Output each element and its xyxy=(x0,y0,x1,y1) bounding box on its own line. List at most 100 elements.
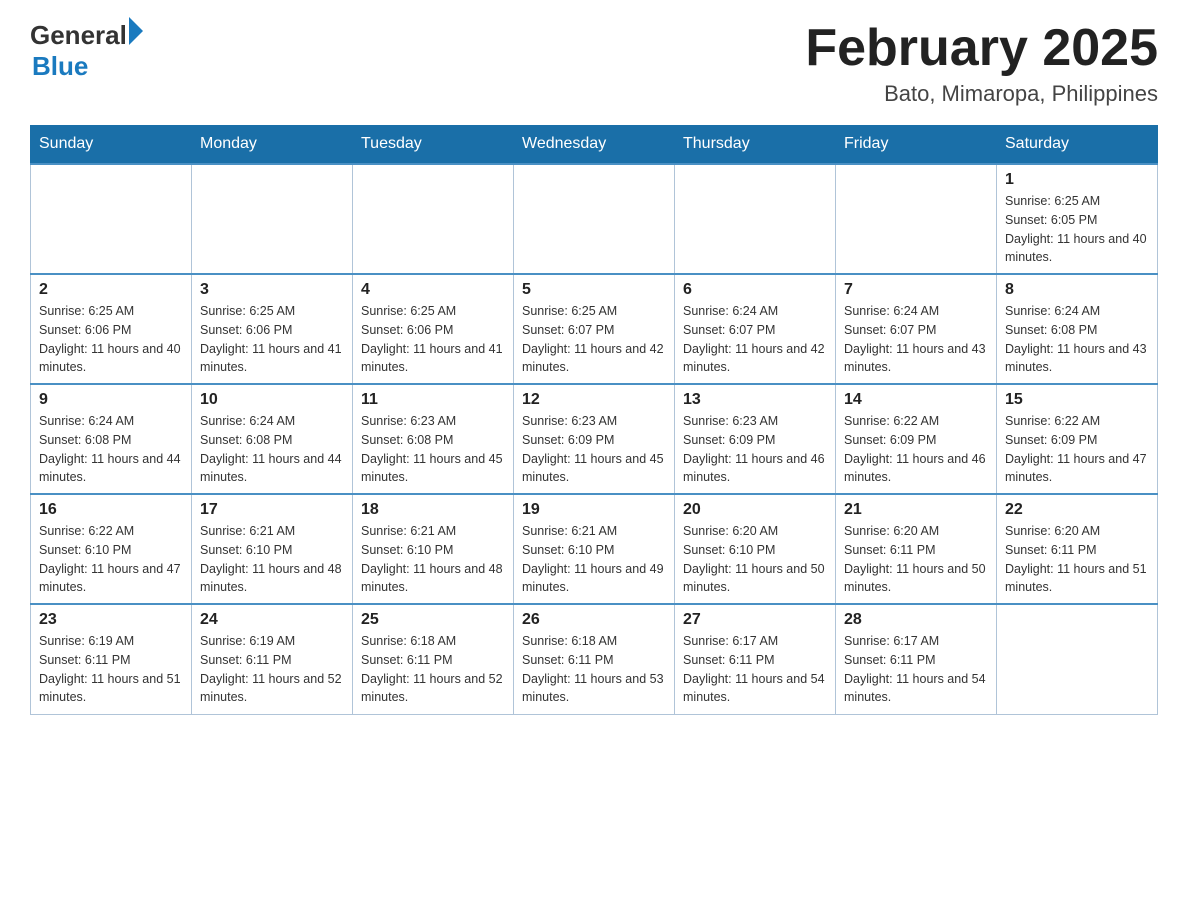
day-number: 17 xyxy=(200,501,344,519)
calendar-cell: 27 Sunrise: 6:17 AMSunset: 6:11 PMDayligh… xyxy=(675,604,836,714)
day-info: Sunrise: 6:24 AMSunset: 6:08 PMDaylight:… xyxy=(39,412,183,487)
day-info: Sunrise: 6:20 AMSunset: 6:11 PMDaylight:… xyxy=(1005,522,1149,597)
calendar-cell: 11 Sunrise: 6:23 AMSunset: 6:08 PMDayligh… xyxy=(353,384,514,494)
calendar-cell: 12 Sunrise: 6:23 AMSunset: 6:09 PMDayligh… xyxy=(514,384,675,494)
calendar-cell: 25 Sunrise: 6:18 AMSunset: 6:11 PMDayligh… xyxy=(353,604,514,714)
day-info: Sunrise: 6:23 AMSunset: 6:09 PMDaylight:… xyxy=(522,412,666,487)
calendar-cell: 2 Sunrise: 6:25 AMSunset: 6:06 PMDaylight… xyxy=(31,274,192,384)
day-number: 28 xyxy=(844,611,988,629)
calendar-cell: 16 Sunrise: 6:22 AMSunset: 6:10 PMDayligh… xyxy=(31,494,192,604)
day-number: 26 xyxy=(522,611,666,629)
logo: General Blue xyxy=(30,20,143,82)
column-header-sunday: Sunday xyxy=(31,125,192,164)
day-info: Sunrise: 6:17 AMSunset: 6:11 PMDaylight:… xyxy=(683,632,827,707)
column-header-thursday: Thursday xyxy=(675,125,836,164)
calendar-week-row: 16 Sunrise: 6:22 AMSunset: 6:10 PMDayligh… xyxy=(31,494,1158,604)
calendar-cell: 6 Sunrise: 6:24 AMSunset: 6:07 PMDaylight… xyxy=(675,274,836,384)
calendar-cell: 15Sunrise: 6:22 AMSunset: 6:09 PMDayligh… xyxy=(997,384,1158,494)
logo-arrow-icon xyxy=(129,17,143,45)
calendar-cell: 14 Sunrise: 6:22 AMSunset: 6:09 PMDayligh… xyxy=(836,384,997,494)
calendar-cell: 3 Sunrise: 6:25 AMSunset: 6:06 PMDaylight… xyxy=(192,274,353,384)
day-info: Sunrise: 6:17 AMSunset: 6:11 PMDaylight:… xyxy=(844,632,988,707)
day-number: 8 xyxy=(1005,281,1149,299)
day-number: 6 xyxy=(683,281,827,299)
calendar-header-row: SundayMondayTuesdayWednesdayThursdayFrid… xyxy=(31,125,1158,164)
day-info: Sunrise: 6:22 AMSunset: 6:09 PMDaylight:… xyxy=(844,412,988,487)
day-info: Sunrise: 6:22 AMSunset: 6:10 PMDaylight:… xyxy=(39,522,183,597)
calendar-cell: 24 Sunrise: 6:19 AMSunset: 6:11 PMDayligh… xyxy=(192,604,353,714)
day-number: 11 xyxy=(361,391,505,409)
day-number: 15 xyxy=(1005,391,1149,409)
day-info: Sunrise: 6:19 AMSunset: 6:11 PMDaylight:… xyxy=(39,632,183,707)
logo-general-text: General xyxy=(30,20,127,51)
column-header-monday: Monday xyxy=(192,125,353,164)
day-number: 4 xyxy=(361,281,505,299)
calendar-cell: 7 Sunrise: 6:24 AMSunset: 6:07 PMDaylight… xyxy=(836,274,997,384)
calendar-cell: 8 Sunrise: 6:24 AMSunset: 6:08 PMDaylight… xyxy=(997,274,1158,384)
location-subtitle: Bato, Mimaropa, Philippines xyxy=(805,81,1158,107)
calendar-cell xyxy=(997,604,1158,714)
calendar-cell xyxy=(31,164,192,274)
day-number: 24 xyxy=(200,611,344,629)
day-info: Sunrise: 6:24 AMSunset: 6:08 PMDaylight:… xyxy=(1005,302,1149,377)
calendar-cell: 19 Sunrise: 6:21 AMSunset: 6:10 PMDayligh… xyxy=(514,494,675,604)
calendar-week-row: 2 Sunrise: 6:25 AMSunset: 6:06 PMDaylight… xyxy=(31,274,1158,384)
day-info: Sunrise: 6:25 AMSunset: 6:05 PMDaylight:… xyxy=(1005,192,1149,267)
day-info: Sunrise: 6:25 AMSunset: 6:06 PMDaylight:… xyxy=(200,302,344,377)
calendar-cell: 26 Sunrise: 6:18 AMSunset: 6:11 PMDayligh… xyxy=(514,604,675,714)
calendar-cell: 21Sunrise: 6:20 AMSunset: 6:11 PMDayligh… xyxy=(836,494,997,604)
day-number: 2 xyxy=(39,281,183,299)
day-info: Sunrise: 6:24 AMSunset: 6:08 PMDaylight:… xyxy=(200,412,344,487)
day-number: 16 xyxy=(39,501,183,519)
day-info: Sunrise: 6:21 AMSunset: 6:10 PMDaylight:… xyxy=(200,522,344,597)
day-info: Sunrise: 6:18 AMSunset: 6:11 PMDaylight:… xyxy=(361,632,505,707)
calendar-table: SundayMondayTuesdayWednesdayThursdayFrid… xyxy=(30,125,1158,715)
calendar-cell: 1 Sunrise: 6:25 AMSunset: 6:05 PMDaylight… xyxy=(997,164,1158,274)
day-number: 12 xyxy=(522,391,666,409)
column-header-tuesday: Tuesday xyxy=(353,125,514,164)
day-info: Sunrise: 6:21 AMSunset: 6:10 PMDaylight:… xyxy=(522,522,666,597)
calendar-week-row: 1 Sunrise: 6:25 AMSunset: 6:05 PMDaylight… xyxy=(31,164,1158,274)
calendar-cell: 23 Sunrise: 6:19 AMSunset: 6:11 PMDayligh… xyxy=(31,604,192,714)
column-header-friday: Friday xyxy=(836,125,997,164)
day-info: Sunrise: 6:18 AMSunset: 6:11 PMDaylight:… xyxy=(522,632,666,707)
day-info: Sunrise: 6:23 AMSunset: 6:08 PMDaylight:… xyxy=(361,412,505,487)
logo-blue-text: Blue xyxy=(32,51,88,81)
calendar-cell: 28 Sunrise: 6:17 AMSunset: 6:11 PMDayligh… xyxy=(836,604,997,714)
day-info: Sunrise: 6:24 AMSunset: 6:07 PMDaylight:… xyxy=(844,302,988,377)
day-info: Sunrise: 6:23 AMSunset: 6:09 PMDaylight:… xyxy=(683,412,827,487)
calendar-cell: 10 Sunrise: 6:24 AMSunset: 6:08 PMDayligh… xyxy=(192,384,353,494)
calendar-cell xyxy=(514,164,675,274)
column-header-wednesday: Wednesday xyxy=(514,125,675,164)
day-number: 21 xyxy=(844,501,988,519)
calendar-cell: 13Sunrise: 6:23 AMSunset: 6:09 PMDayligh… xyxy=(675,384,836,494)
day-number: 25 xyxy=(361,611,505,629)
day-number: 18 xyxy=(361,501,505,519)
calendar-cell: 4Sunrise: 6:25 AMSunset: 6:06 PMDaylight… xyxy=(353,274,514,384)
calendar-cell: 20Sunrise: 6:20 AMSunset: 6:10 PMDayligh… xyxy=(675,494,836,604)
calendar-cell xyxy=(675,164,836,274)
day-info: Sunrise: 6:24 AMSunset: 6:07 PMDaylight:… xyxy=(683,302,827,377)
calendar-cell xyxy=(353,164,514,274)
day-number: 23 xyxy=(39,611,183,629)
calendar-week-row: 23 Sunrise: 6:19 AMSunset: 6:11 PMDayligh… xyxy=(31,604,1158,714)
day-info: Sunrise: 6:19 AMSunset: 6:11 PMDaylight:… xyxy=(200,632,344,707)
calendar-cell: 17 Sunrise: 6:21 AMSunset: 6:10 PMDayligh… xyxy=(192,494,353,604)
calendar-week-row: 9Sunrise: 6:24 AMSunset: 6:08 PMDaylight… xyxy=(31,384,1158,494)
day-number: 27 xyxy=(683,611,827,629)
day-number: 1 xyxy=(1005,171,1149,189)
day-number: 5 xyxy=(522,281,666,299)
calendar-cell: 9Sunrise: 6:24 AMSunset: 6:08 PMDaylight… xyxy=(31,384,192,494)
page-header: General Blue February 2025 Bato, Mimarop… xyxy=(30,20,1158,107)
day-number: 7 xyxy=(844,281,988,299)
day-number: 14 xyxy=(844,391,988,409)
day-info: Sunrise: 6:25 AMSunset: 6:06 PMDaylight:… xyxy=(39,302,183,377)
day-number: 10 xyxy=(200,391,344,409)
day-number: 20 xyxy=(683,501,827,519)
calendar-cell: 18 Sunrise: 6:21 AMSunset: 6:10 PMDayligh… xyxy=(353,494,514,604)
day-number: 19 xyxy=(522,501,666,519)
day-info: Sunrise: 6:21 AMSunset: 6:10 PMDaylight:… xyxy=(361,522,505,597)
day-number: 3 xyxy=(200,281,344,299)
calendar-cell xyxy=(192,164,353,274)
calendar-cell xyxy=(836,164,997,274)
